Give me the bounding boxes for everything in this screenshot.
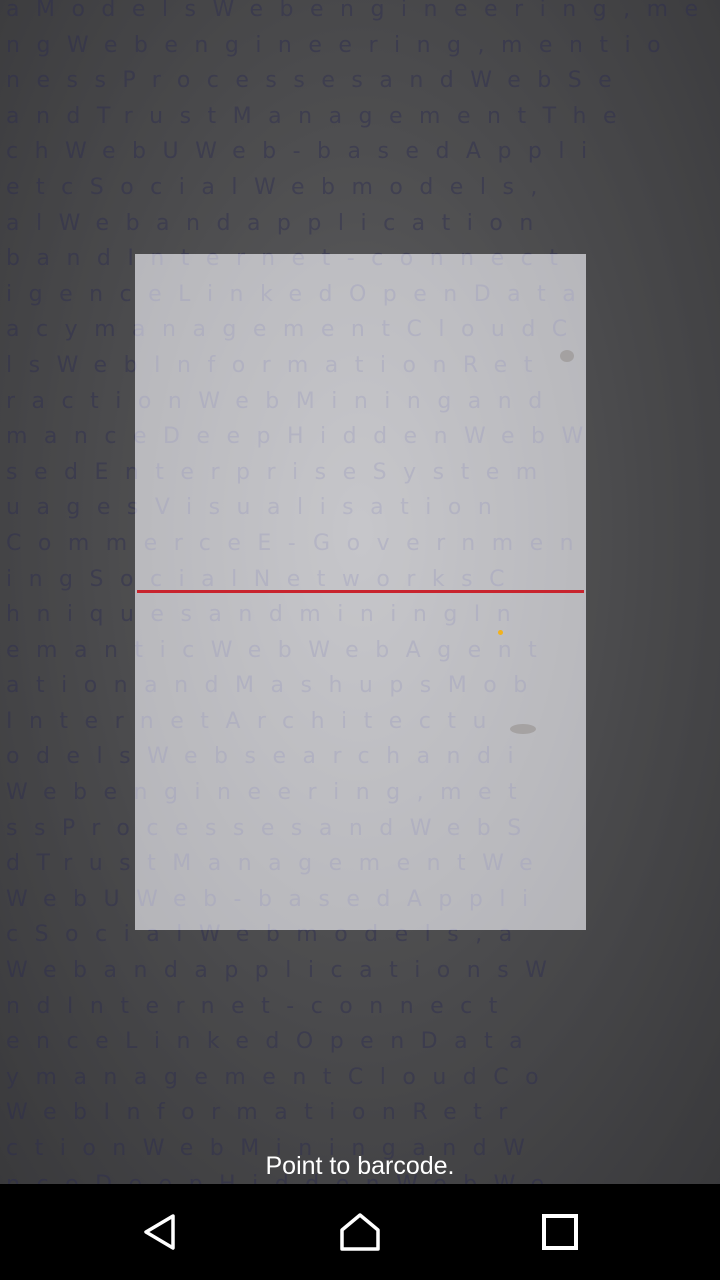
back-button[interactable]	[100, 1192, 220, 1272]
status-text: Point to barcode.	[265, 1152, 455, 1180]
home-button[interactable]	[300, 1192, 420, 1272]
circle-home-icon	[340, 1213, 380, 1251]
dim-overlay-right	[586, 254, 720, 930]
dim-overlay-top	[0, 0, 720, 254]
result-point	[498, 630, 503, 635]
dim-overlay-left	[0, 254, 135, 930]
square-recents-icon	[542, 1214, 578, 1250]
dim-overlay-bottom	[0, 930, 720, 1184]
triangle-back-icon	[144, 1214, 175, 1250]
camera-preview: aModelsWebengineering,me ngWebengineering…	[0, 0, 720, 1184]
recents-button[interactable]	[500, 1192, 620, 1272]
scan-laser-line	[137, 590, 584, 593]
navigation-bar	[0, 1184, 720, 1280]
barcode-scanner-screen: aModelsWebengineering,me ngWebengineering…	[0, 0, 720, 1280]
